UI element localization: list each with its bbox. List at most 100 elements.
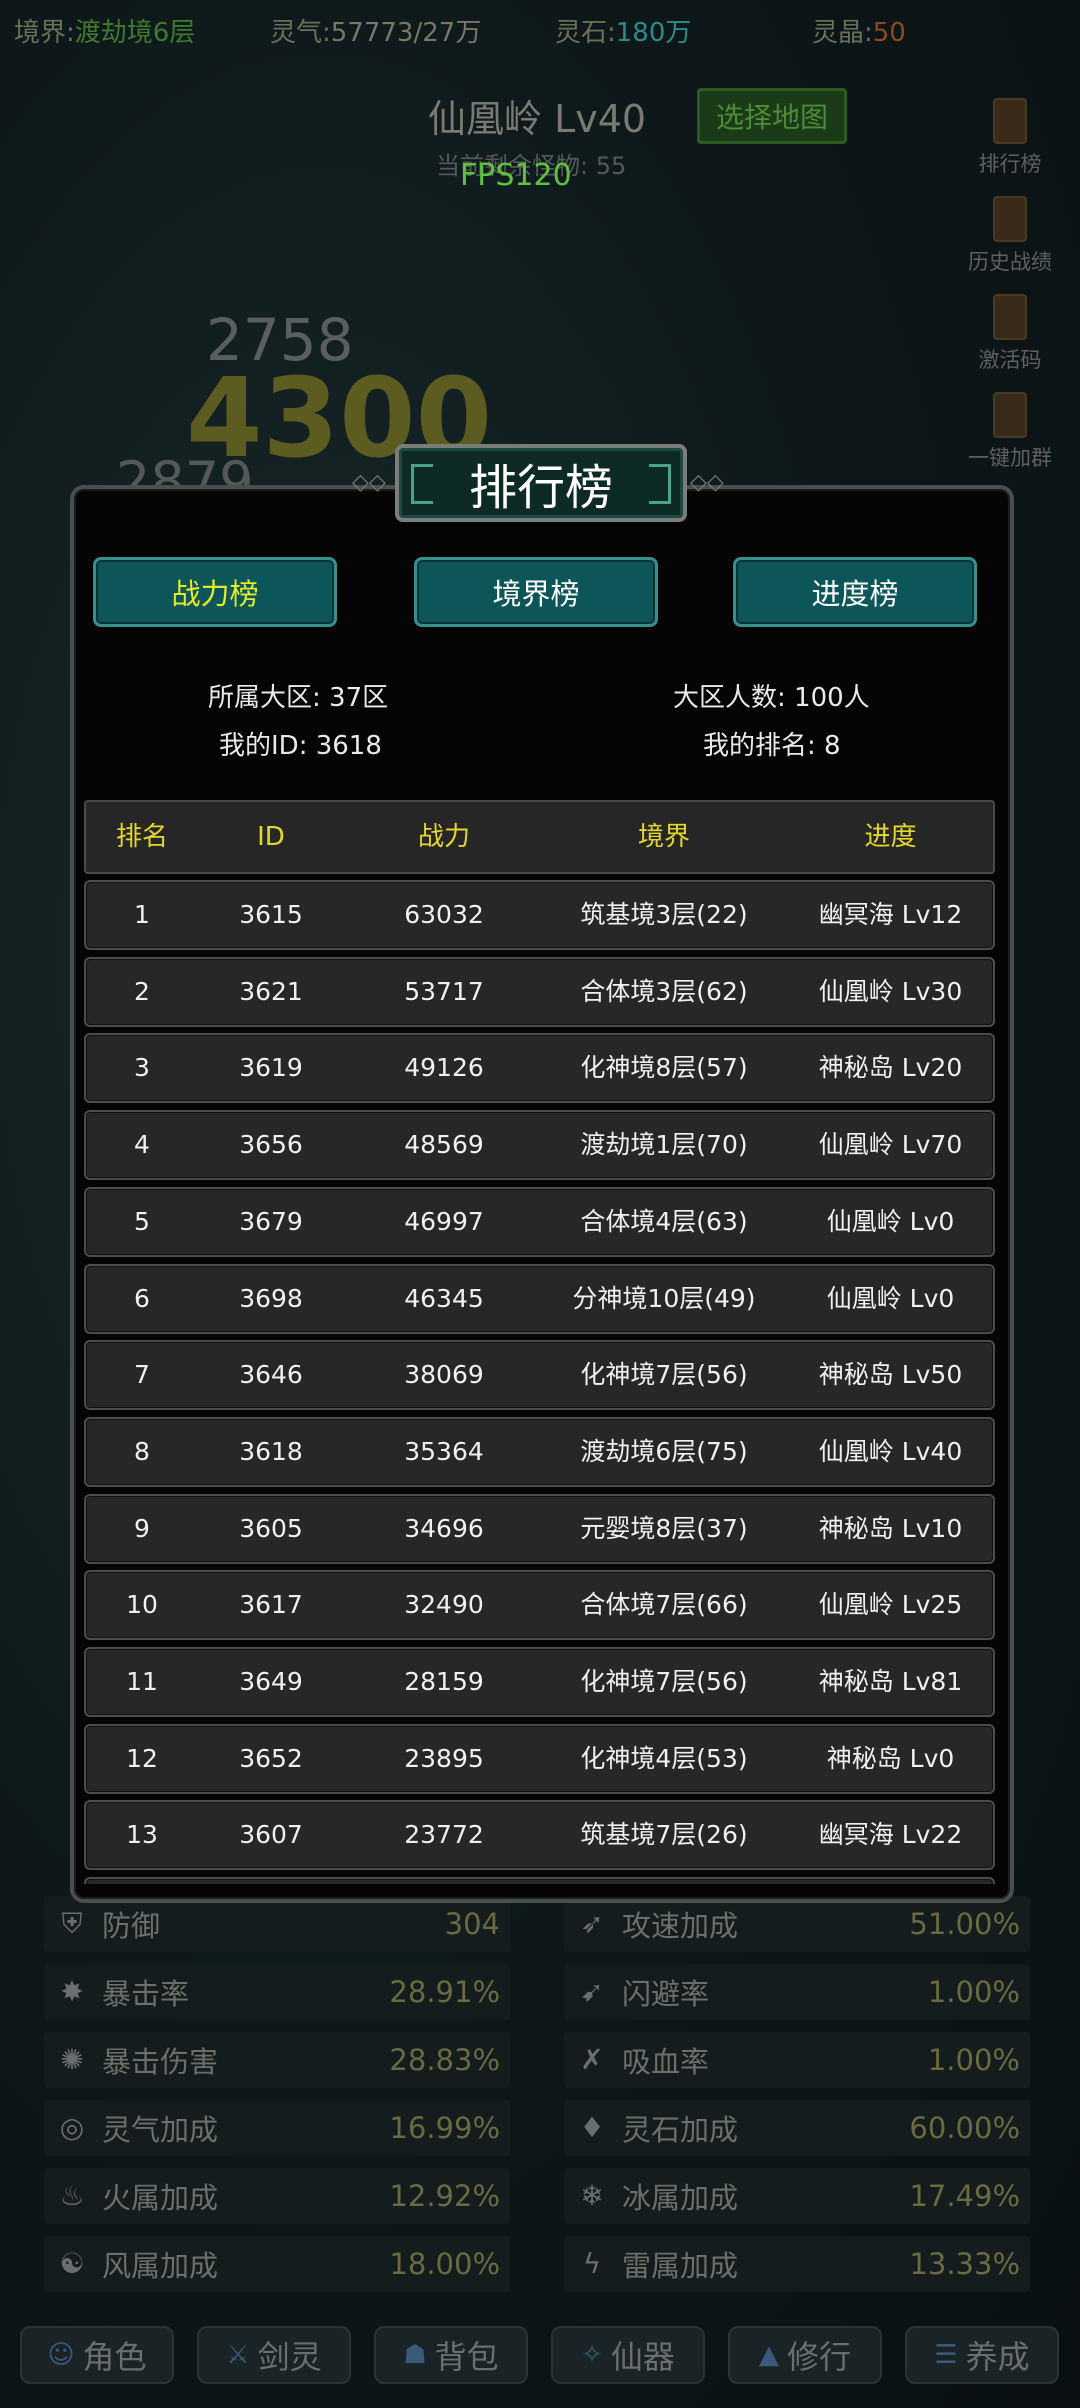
code-icon bbox=[993, 294, 1027, 340]
table-row[interactable]: 13 3607 23772 筑基境7层(26) 幽冥海 Lv22 bbox=[84, 1800, 995, 1870]
id-cell: 3652 bbox=[239, 1744, 303, 1773]
table-row[interactable]: 7 3646 38069 化神境7层(56) 神秘岛 Lv50 bbox=[84, 1340, 995, 1410]
table-row[interactable]: 5 3679 46997 合体境4层(63) 仙凰岭 Lv0 bbox=[84, 1187, 995, 1257]
table-row[interactable]: 2 3621 53717 合体境3层(62) 仙凰岭 Lv30 bbox=[84, 957, 995, 1027]
ranking-table-body[interactable]: 1 3615 63032 筑基境3层(22) 幽冥海 Lv12 2 3621 53717 合体境… bbox=[84, 880, 995, 1884]
realm-cell: 筑基境7层(26) bbox=[580, 1820, 748, 1849]
frame-ornament-icon bbox=[411, 464, 433, 504]
nav-artifact-button[interactable]: ✧ 仙器 bbox=[551, 2326, 705, 2384]
frame-ornament-icon bbox=[649, 464, 671, 504]
column-header-rank: 排名 bbox=[115, 822, 168, 852]
my-rank: 我的排名: 8 bbox=[703, 731, 841, 761]
realm-cell: 筑基境3层(22) bbox=[580, 900, 748, 929]
nav-sword-spirit-button[interactable]: ⚔ 剑灵 bbox=[197, 2326, 351, 2384]
nav-develop-button[interactable]: ☰ 养成 bbox=[905, 2326, 1059, 2384]
id-cell: 3607 bbox=[239, 1820, 303, 1849]
rank-cell: 2 bbox=[134, 977, 150, 1006]
realm-cell: 化神境7层(56) bbox=[580, 1360, 748, 1389]
column-header-power: 战力 bbox=[417, 822, 470, 852]
id-cell: 3615 bbox=[239, 900, 303, 929]
sword-icon: ⚔ bbox=[226, 2340, 250, 2370]
table-row[interactable] bbox=[84, 1877, 995, 1884]
stat-row: ϟ 雷属加成 13.33% bbox=[564, 2236, 1030, 2292]
stat-row: ◎ 灵气加成 16.99% bbox=[44, 2100, 510, 2156]
region-info: 所属大区: 37区 bbox=[208, 683, 389, 713]
side-item-activation-code[interactable]: 激活码 bbox=[940, 276, 1080, 374]
thunder-icon: ϟ bbox=[582, 2247, 602, 2280]
mountain-icon: ▲ bbox=[758, 2340, 779, 2370]
table-row[interactable]: 8 3618 35364 渡劫境6层(75) 仙凰岭 Lv40 bbox=[84, 1417, 995, 1487]
defense-icon: ⛨ bbox=[61, 1907, 83, 1940]
power-cell: 46997 bbox=[404, 1207, 484, 1236]
progress-cell: 神秘岛 Lv0 bbox=[826, 1744, 955, 1773]
stat-row: ☯ 风属加成 18.00% bbox=[44, 2236, 510, 2292]
realm-cell: 渡劫境1层(70) bbox=[580, 1130, 748, 1159]
stat-row: ➹ 闪避率 1.00% bbox=[564, 1964, 1030, 2020]
progress-cell: 神秘岛 Lv20 bbox=[818, 1053, 963, 1082]
rank-cell: 5 bbox=[134, 1207, 150, 1236]
tab-progress-ranking[interactable]: 进度榜 bbox=[733, 557, 977, 627]
history-icon bbox=[993, 196, 1027, 242]
group-icon bbox=[993, 392, 1027, 438]
realm-cell: 化神境7层(56) bbox=[580, 1667, 748, 1696]
side-item-history[interactable]: 历史战绩 bbox=[940, 178, 1080, 276]
column-header-progress: 进度 bbox=[864, 822, 917, 852]
lifesteal-icon: ✗ bbox=[580, 2043, 604, 2076]
side-item-leaderboard[interactable]: 排行榜 bbox=[940, 80, 1080, 178]
id-cell: 3649 bbox=[239, 1667, 303, 1696]
rank-cell: 3 bbox=[134, 1053, 150, 1082]
stat-row: ➶ 攻速加成 51.00% bbox=[564, 1896, 1030, 1952]
develop-icon: ☰ bbox=[934, 2340, 958, 2370]
nav-character-button[interactable]: ☺ 角色 bbox=[20, 2326, 174, 2384]
progress-cell: 幽冥海 Lv12 bbox=[818, 900, 963, 929]
progress-cell: 神秘岛 Lv50 bbox=[818, 1360, 963, 1389]
rank-cell: 10 bbox=[126, 1590, 158, 1619]
id-cell: 3618 bbox=[239, 1437, 303, 1466]
leaderboard-icon bbox=[993, 98, 1027, 144]
id-cell: 3619 bbox=[239, 1053, 303, 1082]
column-header-realm: 境界 bbox=[637, 822, 690, 852]
table-row[interactable]: 11 3649 28159 化神境7层(56) 神秘岛 Lv81 bbox=[84, 1647, 995, 1717]
tab-power-ranking[interactable]: 战力榜 bbox=[93, 557, 337, 627]
table-row[interactable]: 6 3698 46345 分神境10层(49) 仙凰岭 Lv0 bbox=[84, 1264, 995, 1334]
side-item-join-group[interactable]: 一键加群 bbox=[940, 374, 1080, 472]
bottom-nav: ☺ 角色 ⚔ 剑灵 ☗ 背包 ✧ 仙器 ▲ 修行 ☰ 养成 bbox=[0, 2326, 1080, 2396]
power-cell: 49126 bbox=[404, 1053, 484, 1082]
realm-value: 渡劫境6层 bbox=[74, 18, 196, 48]
stat-row: ♨ 火属加成 12.92% bbox=[44, 2168, 510, 2224]
stat-row: ⛨ 防御 304 bbox=[44, 1896, 510, 1952]
table-row[interactable]: 9 3605 34696 元婴境8层(37) 神秘岛 Lv10 bbox=[84, 1494, 995, 1564]
realm-stat: 境界:渡劫境6层 bbox=[14, 18, 196, 48]
realm-cell: 化神境4层(53) bbox=[580, 1744, 748, 1773]
rank-cell: 4 bbox=[134, 1130, 150, 1159]
qi-value: 57773/27万 bbox=[330, 18, 482, 48]
progress-cell: 仙凰岭 Lv0 bbox=[826, 1284, 955, 1313]
fps-counter: FPS120 bbox=[460, 158, 572, 193]
ranking-table-header: 排名 ID 战力 境界 进度 bbox=[84, 800, 995, 874]
nav-backpack-button[interactable]: ☗ 背包 bbox=[374, 2326, 528, 2384]
rank-cell: 12 bbox=[126, 1744, 158, 1773]
table-row[interactable]: 4 3656 48569 渡劫境1层(70) 仙凰岭 Lv70 bbox=[84, 1110, 995, 1180]
table-row[interactable]: 1 3615 63032 筑基境3层(22) 幽冥海 Lv12 bbox=[84, 880, 995, 950]
id-cell: 3605 bbox=[239, 1514, 303, 1543]
stat-row: ❄ 冰属加成 17.49% bbox=[564, 2168, 1030, 2224]
ice-icon: ❄ bbox=[580, 2179, 604, 2212]
realm-cell: 合体境4层(63) bbox=[580, 1207, 748, 1236]
tab-realm-ranking[interactable]: 境界榜 bbox=[414, 557, 658, 627]
realm-cell: 合体境7层(66) bbox=[580, 1590, 748, 1619]
progress-cell: 仙凰岭 Lv70 bbox=[818, 1130, 963, 1159]
crit-damage-icon: ✺ bbox=[60, 2043, 84, 2076]
power-cell: 23772 bbox=[404, 1820, 484, 1849]
rank-cell: 1 bbox=[134, 900, 150, 929]
table-row[interactable]: 12 3652 23895 化神境4层(53) 神秘岛 Lv0 bbox=[84, 1724, 995, 1794]
progress-cell: 神秘岛 Lv81 bbox=[818, 1667, 963, 1696]
my-id: 我的ID: 3618 bbox=[219, 731, 382, 761]
progress-cell: 仙凰岭 Lv40 bbox=[818, 1437, 963, 1466]
select-map-button[interactable]: 选择地图 bbox=[697, 88, 847, 144]
table-row[interactable]: 3 3619 49126 化神境8层(57) 神秘岛 Lv20 bbox=[84, 1033, 995, 1103]
power-cell: 38069 bbox=[404, 1360, 484, 1389]
rank-cell: 9 bbox=[134, 1514, 150, 1543]
power-cell: 48569 bbox=[404, 1130, 484, 1159]
nav-cultivate-button[interactable]: ▲ 修行 bbox=[728, 2326, 882, 2384]
table-row[interactable]: 10 3617 32490 合体境7层(66) 仙凰岭 Lv25 bbox=[84, 1570, 995, 1640]
